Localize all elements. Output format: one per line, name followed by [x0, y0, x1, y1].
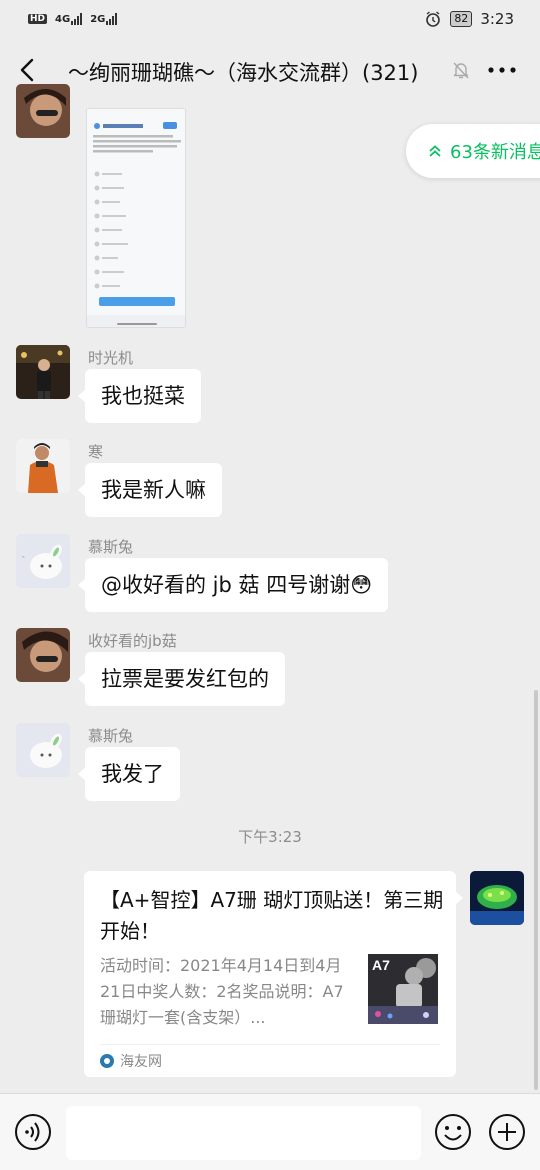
- chat-title[interactable]: ～绚丽珊瑚礁～（海水交流群）(321): [68, 57, 418, 87]
- timestamp: 下午3:23: [238, 828, 302, 846]
- voice-icon[interactable]: [14, 1113, 52, 1151]
- status-right: 82 3:23: [424, 10, 514, 28]
- scrollbar[interactable]: [534, 690, 538, 1090]
- message-bubble[interactable]: @收好看的 jb 菇 四号谢谢😳: [77, 558, 389, 612]
- network-indicators: HD 4G 2G: [28, 13, 118, 25]
- link-card-source: 海友网: [100, 1051, 162, 1071]
- emoji-icon[interactable]: [434, 1113, 472, 1151]
- signal-bars-icon: [106, 13, 118, 25]
- divider: [100, 1044, 440, 1045]
- bell-muted-icon: [453, 62, 469, 79]
- battery-icon: 82: [450, 11, 473, 27]
- clock: 3:23: [480, 10, 514, 28]
- link-card-description: 活动时间：2021年4月14日到4月21日中奖人数：2名奖品说明：A7珊瑚灯一套…: [100, 956, 344, 1027]
- source-logo-icon: [100, 1054, 114, 1068]
- new-messages-button[interactable]: 63条新消息: [406, 124, 540, 178]
- sender-name: 时光机: [88, 349, 134, 367]
- new-messages-label: 63条新消息: [450, 142, 540, 163]
- message-bubble[interactable]: 我发了: [78, 747, 180, 801]
- link-card[interactable]: 【A+智控】A7珊 瑚灯顶贴送！第三期开始！ 活动时间：2021年4月14日到4…: [84, 871, 463, 1077]
- double-chevron-up-icon: [429, 145, 441, 157]
- link-card-title: 【A+智控】A7珊 瑚灯顶贴送！第三期开始！: [100, 888, 444, 943]
- hd-badge: HD: [28, 14, 48, 24]
- avatar[interactable]: [16, 84, 70, 138]
- message-input[interactable]: [66, 1106, 421, 1160]
- avatar[interactable]: [16, 723, 70, 777]
- source-name: 海友网: [120, 1054, 162, 1070]
- input-bar: [0, 1093, 540, 1170]
- status-bar: HD 4G 2G 82 3:23: [0, 0, 540, 38]
- chat-header: ～绚丽珊瑚礁～（海水交流群）(321): [0, 38, 540, 102]
- avatar[interactable]: [16, 628, 70, 682]
- avatar[interactable]: [16, 345, 70, 399]
- sender-name: 慕斯兔: [88, 727, 134, 745]
- more-dots-icon[interactable]: [486, 64, 518, 76]
- link-card-thumbnail: A7: [368, 954, 438, 1024]
- sender-name: 收好看的jb菇: [88, 632, 177, 650]
- alarm-icon: [426, 11, 441, 27]
- signal-2: 2G: [90, 13, 118, 25]
- message-bubble[interactable]: 我也挺菜: [78, 369, 201, 423]
- avatar[interactable]: ꞈ: [16, 534, 70, 588]
- plus-icon[interactable]: [488, 1113, 526, 1151]
- avatar[interactable]: [16, 439, 70, 493]
- svg-text:ꞈ: ꞈ: [22, 549, 25, 558]
- sender-name: 慕斯兔: [88, 538, 134, 556]
- my-avatar[interactable]: [470, 871, 524, 925]
- screenshot-image[interactable]: [86, 108, 186, 328]
- message-bubble[interactable]: 我是新人嘛: [78, 463, 222, 517]
- link-card-thumb-label: A7: [372, 957, 390, 973]
- signal-bars-icon: [71, 13, 83, 25]
- sender-name: 寒: [88, 443, 104, 461]
- message-bubble[interactable]: 拉票是要发红包的: [78, 652, 285, 706]
- back-arrow-icon[interactable]: [14, 56, 42, 84]
- signal-1: 4G: [55, 13, 83, 25]
